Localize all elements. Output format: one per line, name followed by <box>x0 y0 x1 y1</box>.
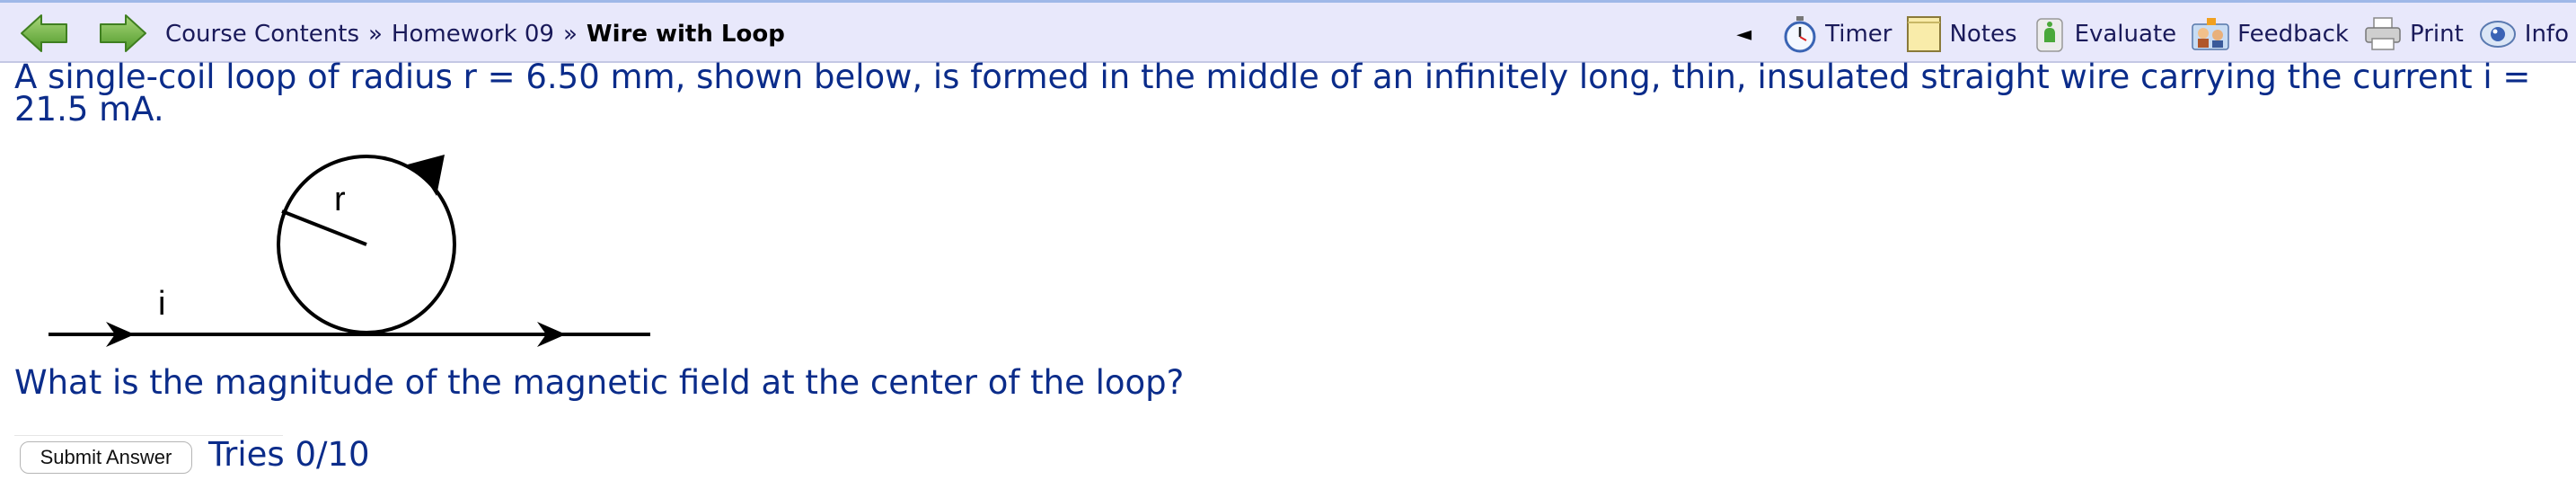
notes-icon <box>1907 16 1942 52</box>
radius-label: r <box>334 181 346 218</box>
notes-label: Notes <box>1949 21 2017 48</box>
page: Course Contents » Homework 09 » Wire with Lo… <box>0 0 2576 480</box>
breadcrumb-separator: » <box>562 21 578 48</box>
breadcrumb-course-contents[interactable]: Course Contents <box>165 21 359 48</box>
submit-answer-button[interactable]: Submit Answer <box>20 441 192 474</box>
breadcrumb: Course Contents » Homework 09 » Wire with Lo… <box>165 19 785 49</box>
feedback-button[interactable]: Feedback <box>2191 15 2349 53</box>
evaluate-icon <box>2035 18 2063 52</box>
printer-icon <box>2365 17 2401 50</box>
print-button[interactable]: Print <box>2363 15 2464 53</box>
print-label: Print <box>2409 21 2464 48</box>
feedback-icon <box>2192 18 2229 50</box>
breadcrumb-separator: » <box>368 21 383 48</box>
info-button[interactable]: Info <box>2478 15 2569 53</box>
problem-statement: A single-coil loop of radius r = 6.50 mm… <box>14 58 2531 129</box>
answer-input[interactable] <box>14 406 283 436</box>
feedback-label: Feedback <box>2237 21 2349 48</box>
info-label: Info <box>2524 21 2569 48</box>
notes-button[interactable]: Notes <box>1906 15 2017 53</box>
breadcrumb-homework[interactable]: Homework 09 <box>392 21 554 48</box>
wire-loop-figure: r i <box>36 144 665 363</box>
info-eye-icon <box>2479 21 2516 48</box>
stopwatch-icon <box>1784 16 1816 53</box>
timer-label: Timer <box>1825 21 1892 48</box>
evaluate-label: Evaluate <box>2074 21 2177 48</box>
top-navigation-bar: Course Contents » Homework 09 » Wire with Lo… <box>0 0 2576 63</box>
collapse-toolbar-arrow[interactable]: ◄ <box>1736 23 1751 46</box>
radius-line <box>281 209 367 246</box>
current-label: i <box>158 285 165 323</box>
question-text: What is the magnitude of the magnetic fi… <box>14 363 1185 402</box>
toolbar: ◄ Timer Notes Evaluate Feedback Print In… <box>1736 13 2569 55</box>
breadcrumb-current-page: Wire with Loop <box>586 21 785 48</box>
forward-arrow-icon[interactable] <box>99 13 147 53</box>
timer-button[interactable]: Timer <box>1782 15 1892 53</box>
evaluate-button[interactable]: Evaluate <box>2032 15 2177 53</box>
tries-counter: Tries 0/10 <box>208 435 370 474</box>
back-arrow-icon[interactable] <box>20 13 68 53</box>
loop-direction-arrow <box>404 155 445 196</box>
